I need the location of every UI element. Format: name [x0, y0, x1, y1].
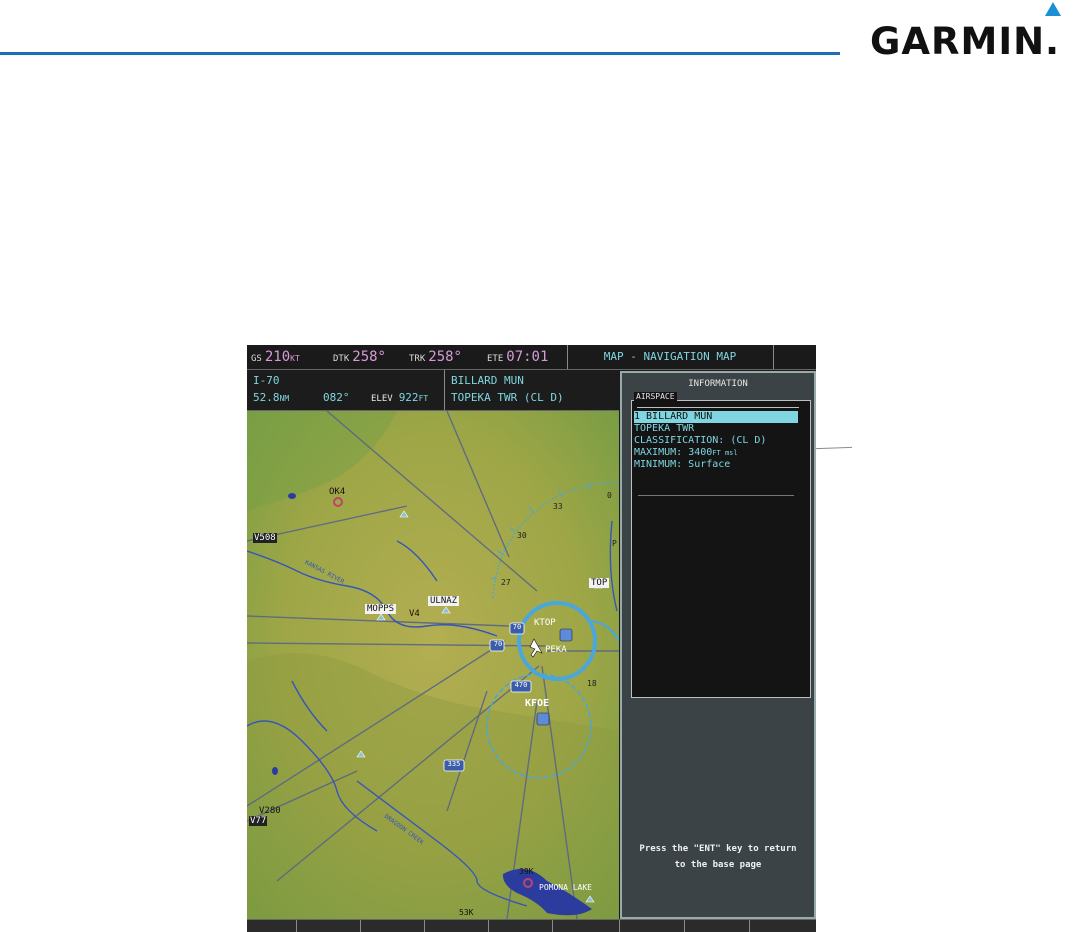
airport-name: BILLARD MUN [451, 374, 524, 387]
compass-tick-label: 27 [501, 578, 511, 587]
maximum-altitude-row: MAXIMUM: 3400FT msl [634, 447, 738, 458]
topbar-divider [773, 345, 774, 369]
minimum-altitude-row: MINIMUM: Surface [634, 459, 731, 470]
map-label-airport: 39K [519, 867, 534, 876]
distance-field: 52.8NM [253, 391, 290, 404]
compass-tick-label: 18 [587, 679, 597, 688]
airway-name: I-70 [253, 374, 280, 387]
map-label-lake: POMONA LAKE [539, 883, 592, 892]
ete-field: ETE 07:01 [487, 349, 549, 365]
softkey[interactable] [296, 920, 361, 932]
airspace-list: 1 BILLARD MUN TOPEKA TWR CLASSIFICATION:… [631, 400, 811, 698]
ground-speed-field: GS 210KT [251, 349, 300, 365]
map-label-highway: 470 [514, 681, 528, 689]
softkey[interactable] [619, 920, 684, 932]
softkey[interactable] [424, 920, 489, 932]
group-border [637, 407, 799, 408]
map-label-airport: KFOE [525, 698, 550, 709]
softkey-bar [247, 919, 816, 932]
elevation-field: ELEV 922FT [371, 391, 429, 404]
softkey[interactable] [749, 920, 814, 932]
topbar-divider [567, 345, 568, 369]
map-label-highway: 70 [493, 640, 503, 648]
panel-title: INFORMATION [688, 379, 748, 389]
map-label-airport: OK4 [329, 487, 346, 497]
help-text: Press the "ENT" key to return to the bas… [639, 844, 797, 870]
classification-row: CLASSIFICATION: (CL D) [634, 435, 767, 446]
map-label-airway: V77 [249, 816, 268, 826]
map-label-highway: 335 [447, 760, 461, 768]
compass-tick-label: 0 [607, 491, 612, 500]
bearing-field: 082° [323, 391, 350, 404]
map-label-airport: KTOP [534, 618, 556, 628]
map-label-airspace: PEKA [545, 645, 567, 655]
airspace-group-label: AIRSPACE [634, 392, 677, 401]
map-canvas [247, 411, 619, 919]
airspace-facility-row: TOPEKA TWR [634, 423, 695, 434]
garmin-logo: GARMIN. [870, 2, 1080, 63]
desired-track-field: DTK 258° [333, 349, 386, 365]
map-label-airway: V508 [253, 533, 277, 543]
header-rule [0, 52, 840, 55]
softkey[interactable] [488, 920, 553, 932]
softkey[interactable] [552, 920, 617, 932]
logo-triangle-icon [1045, 2, 1061, 16]
compass-tick-label: P [612, 539, 617, 548]
mfd-screen: GS 210KT DTK 258° TRK 258° ETE 07:01 MAP - N… [247, 345, 816, 932]
map-label-airway: V280 [259, 806, 281, 816]
page-title: MAP - NAVIGATION MAP [603, 350, 737, 363]
facility-name: TOPEKA TWR (CL D) [451, 391, 564, 404]
brand-name: GARMIN. [870, 20, 1061, 63]
map-label-airport: 53K [459, 908, 474, 917]
track-field: TRK 258° [409, 349, 462, 365]
softkey[interactable] [360, 920, 425, 932]
waypoint-info-bar: I-70 52.8NM 082° ELEV 922FT BILLARD MUN T… [247, 370, 619, 411]
compass-tick-label: 30 [517, 531, 527, 540]
compass-tick-label: 33 [553, 502, 563, 511]
infobar-divider [444, 370, 445, 410]
information-panel: INFORMATION AIRSPACE 1 BILLARD MUN TOPEK… [620, 371, 816, 919]
nav-data-bar: GS 210KT DTK 258° TRK 258° ETE 07:01 MAP - N… [247, 345, 816, 370]
list-separator [638, 495, 794, 496]
softkey[interactable] [684, 920, 749, 932]
map-label-airway: V4 [409, 609, 420, 619]
map-label-highway: 70 [512, 623, 522, 631]
map-label-waypoint: ULNAZ [428, 596, 460, 606]
map-label-vor: TOP [589, 578, 610, 588]
map-label-waypoint: MOPPS [365, 604, 397, 614]
navigation-map[interactable]: OK4 V508 KANSAS RIVER MOPPS V4 ULNAZ KTO… [247, 411, 619, 919]
airspace-list-item-selected[interactable]: 1 BILLARD MUN [634, 411, 798, 423]
